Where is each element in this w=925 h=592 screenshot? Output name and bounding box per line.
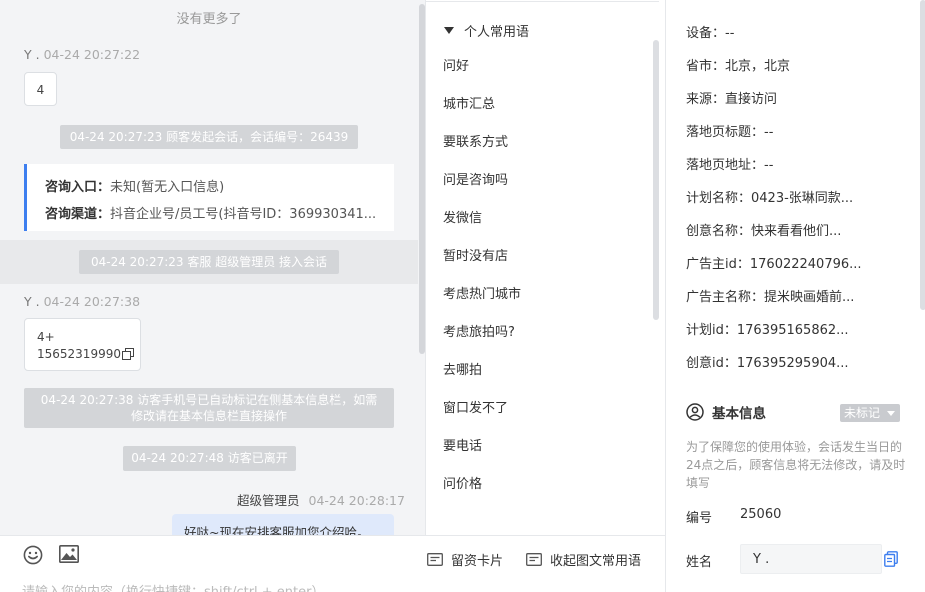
info-row-creative-name: 创意名称：快来看看他们... (686, 224, 842, 239)
id-label: 编号 (686, 511, 713, 526)
system-message: 04-24 20:27:23 客服 超级管理员 接入会话 (79, 250, 339, 274)
card-icon (427, 553, 443, 566)
chat-message-list[interactable]: 没有更多了 Y . 04-24 20:27:22 4 04-24 20:27:23… (0, 0, 418, 535)
phrase-item[interactable]: 考虑热门城市 (426, 276, 651, 314)
name-field[interactable] (740, 544, 882, 574)
chat-panel: 没有更多了 Y . 04-24 20:27:22 4 04-24 20:27:23… (0, 0, 425, 592)
message-input[interactable] (22, 582, 642, 592)
phrases-icon (526, 553, 542, 566)
phrase-item[interactable]: 问价格 (426, 466, 651, 504)
image-icon[interactable] (59, 545, 79, 563)
no-more-text: 没有更多了 (176, 12, 242, 27)
collapse-phrases-button[interactable]: 收起图文常用语 (526, 550, 641, 569)
phrase-item[interactable]: 要联系方式 (426, 124, 651, 162)
copy-icon[interactable] (121, 348, 134, 360)
emoji-icon[interactable] (23, 545, 43, 565)
leave-card-button[interactable]: 留资卡片 (427, 550, 503, 569)
consult-info-card: 咨询入口：未知(暂无入口信息) 咨询渠道：抖音企业号/员工号(抖音号ID：369… (24, 164, 394, 231)
agent-message-bubble: 好哒~现在安排客服加您介绍哈。 (172, 514, 394, 535)
system-message: 04-24 20:27:38 访客手机号已自动标记在侧基本信息栏，如需 修改请在… (24, 388, 394, 428)
phone-number: 15652319990 (37, 347, 121, 361)
id-value: 25060 (740, 507, 782, 522)
phrases-divider (426, 0, 659, 2)
message-sender: Y . 04-24 20:27:38 (24, 294, 141, 309)
phrase-item[interactable]: 发微信 (426, 200, 651, 238)
tag-dropdown[interactable]: 未标记 (840, 404, 900, 422)
info-row-region: 省市：北京，北京 (686, 59, 791, 74)
basic-info-section-title: 基本信息 (686, 402, 766, 422)
info-row-advertiser-name: 广告主名称：提米映画婚前... (686, 290, 855, 305)
message-composer: 留资卡片 收起图文常用语 (0, 535, 665, 592)
phrase-item[interactable]: 问好 (426, 48, 651, 86)
copy-icon[interactable] (884, 551, 898, 567)
info-row-plan-id: 计划id：176395165862... (686, 323, 849, 338)
info-row-advertiser-id: 广告主id：176022240796... (686, 257, 862, 272)
user-circle-icon (686, 403, 704, 421)
caret-down-icon (444, 26, 454, 34)
info-row-creative-id: 创意id：176395295904... (686, 356, 849, 371)
phrase-item[interactable]: 城市汇总 (426, 86, 651, 124)
info-row-device: 设备：-- (686, 26, 735, 41)
phrase-item[interactable]: 窗口发不了 (426, 390, 651, 428)
name-label: 姓名 (686, 555, 713, 570)
phrase-item[interactable]: 问是咨询吗 (426, 162, 651, 200)
system-message: 04-24 20:27:48 访客已离开 (123, 446, 296, 471)
edit-notice: 为了保障您的使用体验，会话发生当日的24点之后，顾客信息将无法修改，请及时填写 (686, 440, 906, 490)
system-message: 04-24 20:27:23 顾客发起会话，会话编号：26439 (60, 125, 358, 149)
phrase-item[interactable]: 考虑旅拍吗? (426, 314, 651, 352)
visitor-message-bubble: 4+ 15652319990 (24, 318, 141, 371)
info-row-landing-url: 落地页地址：-- (686, 158, 774, 173)
info-row-source: 来源：直接访问 (686, 92, 778, 107)
info-row-landing-title: 落地页标题：-- (686, 125, 774, 140)
visitor-info-panel: 设备：-- 省市：北京，北京 来源：直接访问 落地页标题：-- 落地页地址：--… (665, 0, 925, 592)
phrase-item[interactable]: 暂时没有店 (426, 238, 651, 276)
phrases-list: 问好 城市汇总 要联系方式 问是咨询吗 发微信 暂时没有店 考虑热门城市 考虑旅… (426, 48, 651, 504)
caret-down-icon (887, 411, 895, 416)
phrases-scrollbar[interactable] (653, 40, 659, 320)
message-sender: 超级管理员 04-24 20:28:17 (237, 493, 405, 508)
info-scrollbar[interactable] (920, 0, 925, 310)
message-sender: Y . 04-24 20:27:22 (24, 47, 141, 62)
phrases-panel: 个人常用语 问好 城市汇总 要联系方式 问是咨询吗 发微信 暂时没有店 考虑热门… (425, 0, 665, 535)
info-row-plan-name: 计划名称：0423-张琳同款... (686, 191, 854, 206)
visitor-message-bubble: 4 (24, 72, 57, 106)
phrase-item[interactable]: 去哪拍 (426, 352, 651, 390)
phrases-group-header[interactable]: 个人常用语 (444, 21, 529, 40)
phrase-item[interactable]: 要电话 (426, 428, 651, 466)
